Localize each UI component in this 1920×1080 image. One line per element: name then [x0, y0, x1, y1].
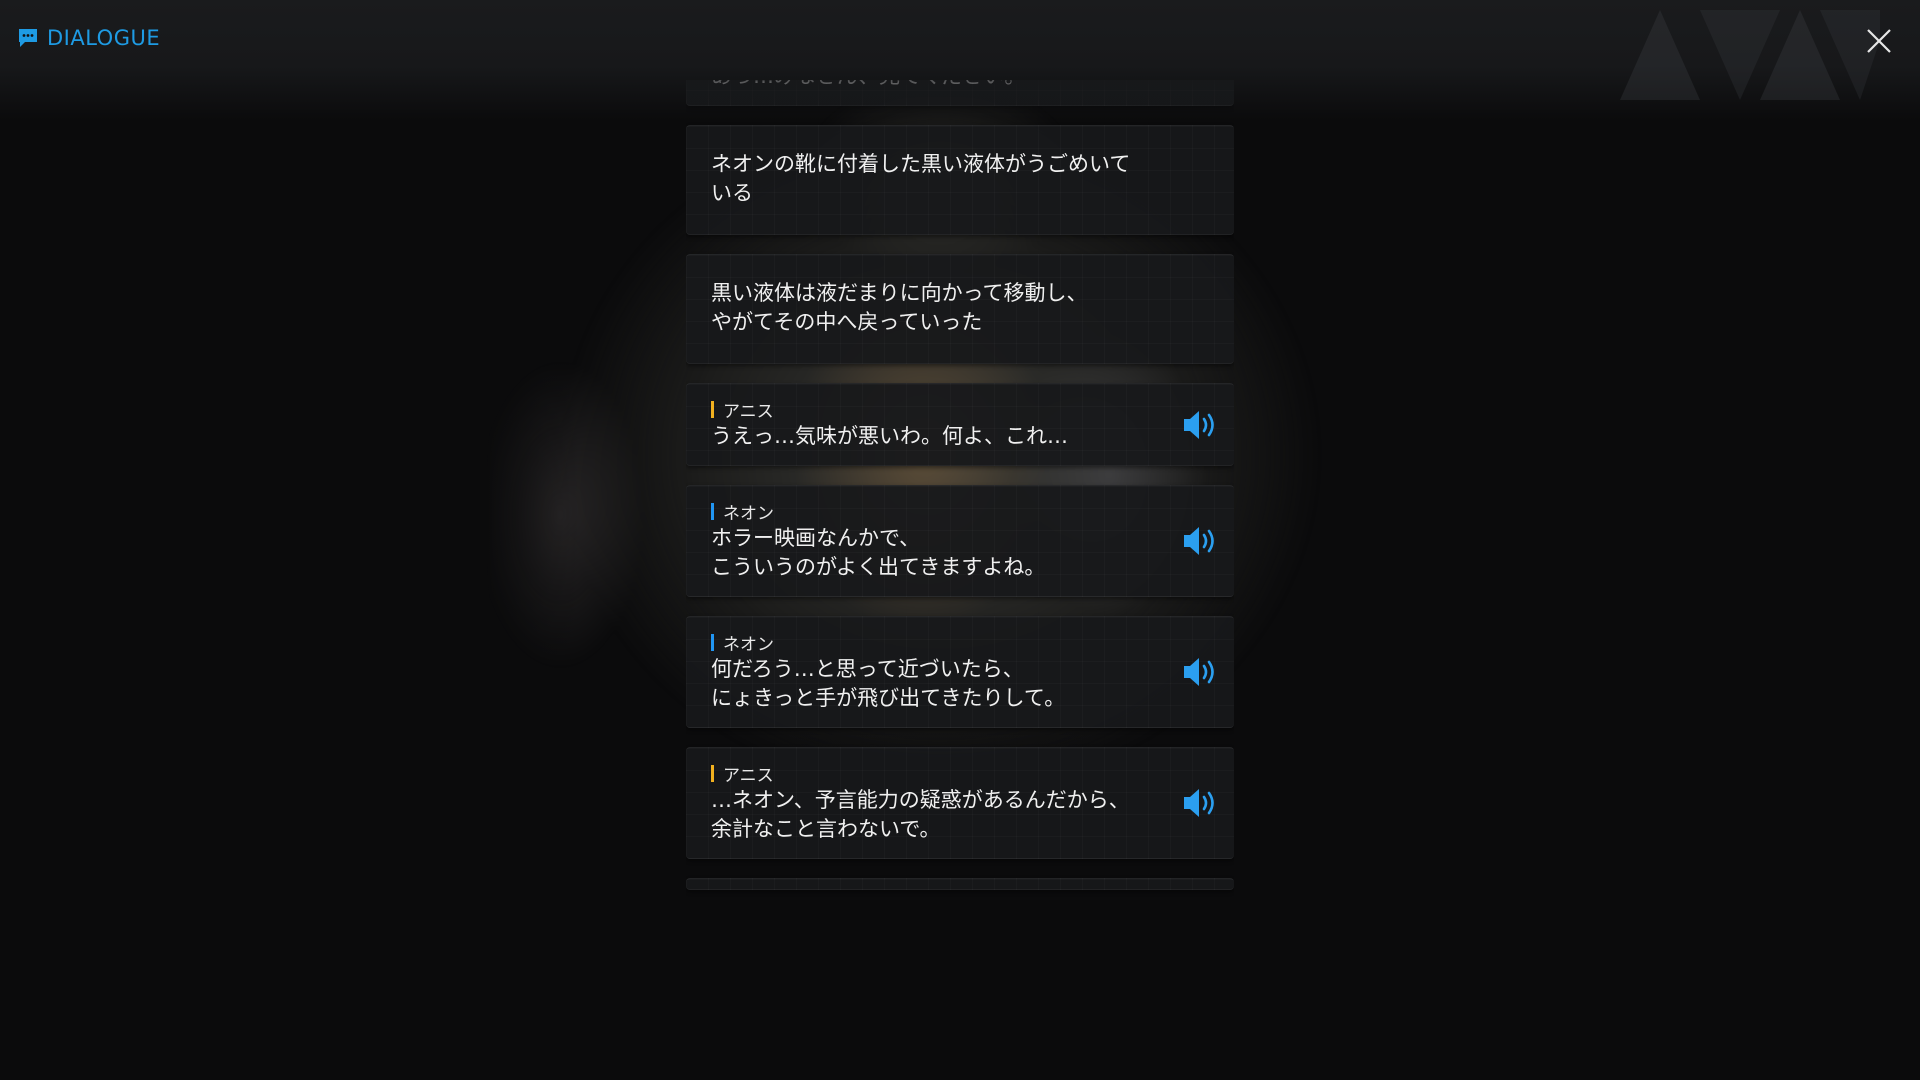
voice-play-button[interactable]	[1180, 406, 1224, 444]
speaker-color-bar	[711, 503, 714, 520]
close-button[interactable]	[1860, 22, 1898, 60]
dialogue-log[interactable]: ネオンあっ…みなさん、見てください。ネオンの靴に付着した黒い液体がうごめいている…	[686, 80, 1234, 998]
page-title: DIALOGUE	[17, 26, 160, 50]
narration-entry: 黒い液体は液だまりに向かって移動し、 やがてその中へ戻っていった	[686, 254, 1234, 364]
voice-play-button[interactable]	[1180, 522, 1224, 560]
dialogue-text: 何だろう…と思って近づいたら、 にょきっと手が飛び出てきたりして。	[711, 657, 1066, 710]
speaker-color-bar	[711, 401, 714, 418]
dialogue-text: うえっ…気味が悪いわ。何よ、これ…	[711, 424, 1068, 448]
speaker-label: ネオン	[723, 635, 774, 655]
narration-entry: ネオンの靴に付着した黒い液体がうごめいている	[686, 125, 1234, 235]
voice-play-button[interactable]	[1180, 653, 1224, 691]
speaker-name: アニス	[686, 384, 1234, 422]
close-x-icon	[1867, 29, 1891, 53]
narration-text: 黒い液体は液だまりに向かって移動し、 やがてその中へ戻っていった	[711, 281, 1088, 334]
speaker-name: アニス	[686, 748, 1234, 786]
dialogue-text: …ネオン、予言能力の疑惑があるんだから、 余計なこと言わないで。	[711, 788, 1130, 841]
speaker-icon	[1184, 410, 1214, 439]
chat-bubble-icon	[19, 29, 37, 47]
speaker-color-bar	[711, 765, 714, 782]
dialogue-entry: アニス …ネオン、予言能力の疑惑があるんだから、 余計なこと言わないで。	[686, 747, 1234, 859]
dialogue-entry: ネオン 何だろう…と思って近づいたら、 にょきっと手が飛び出てきたりして。	[686, 616, 1234, 728]
narration-text: ネオンの靴に付着した黒い液体がうごめいている	[711, 152, 1131, 205]
dialogue-text: ホラー映画なんかで、 こういうのがよく出てきますよね。	[711, 526, 1046, 579]
speaker-color-bar	[711, 634, 714, 651]
dialogue-log-list: ネオンあっ…みなさん、見てください。ネオンの靴に付着した黒い液体がうごめいている…	[686, 80, 1234, 909]
dialogue-screen: ネオンあっ…みなさん、見てください。ネオンの靴に付着した黒い液体がうごめいている…	[0, 0, 1920, 1080]
speaker-label: アニス	[723, 402, 774, 422]
header-decoration	[1620, 10, 1880, 100]
speaker-icon	[1184, 527, 1214, 555]
dialogue-entry-partial	[686, 878, 1234, 890]
header-bar: DIALOGUE	[0, 0, 1920, 120]
speaker-label: ネオン	[723, 504, 774, 524]
speaker-icon	[1184, 658, 1214, 686]
dialogue-entry: ネオン ホラー映画なんかで、 こういうのがよく出てきますよね。	[686, 485, 1234, 597]
speaker-name: ネオン	[686, 617, 1234, 655]
voice-play-button[interactable]	[1180, 784, 1224, 822]
speaker-label: アニス	[723, 766, 774, 786]
speaker-icon	[1184, 789, 1214, 817]
dialogue-entry: アニス うえっ…気味が悪いわ。何よ、これ…	[686, 383, 1234, 466]
speaker-name: ネオン	[686, 486, 1234, 524]
page-title-label: DIALOGUE	[47, 26, 161, 50]
